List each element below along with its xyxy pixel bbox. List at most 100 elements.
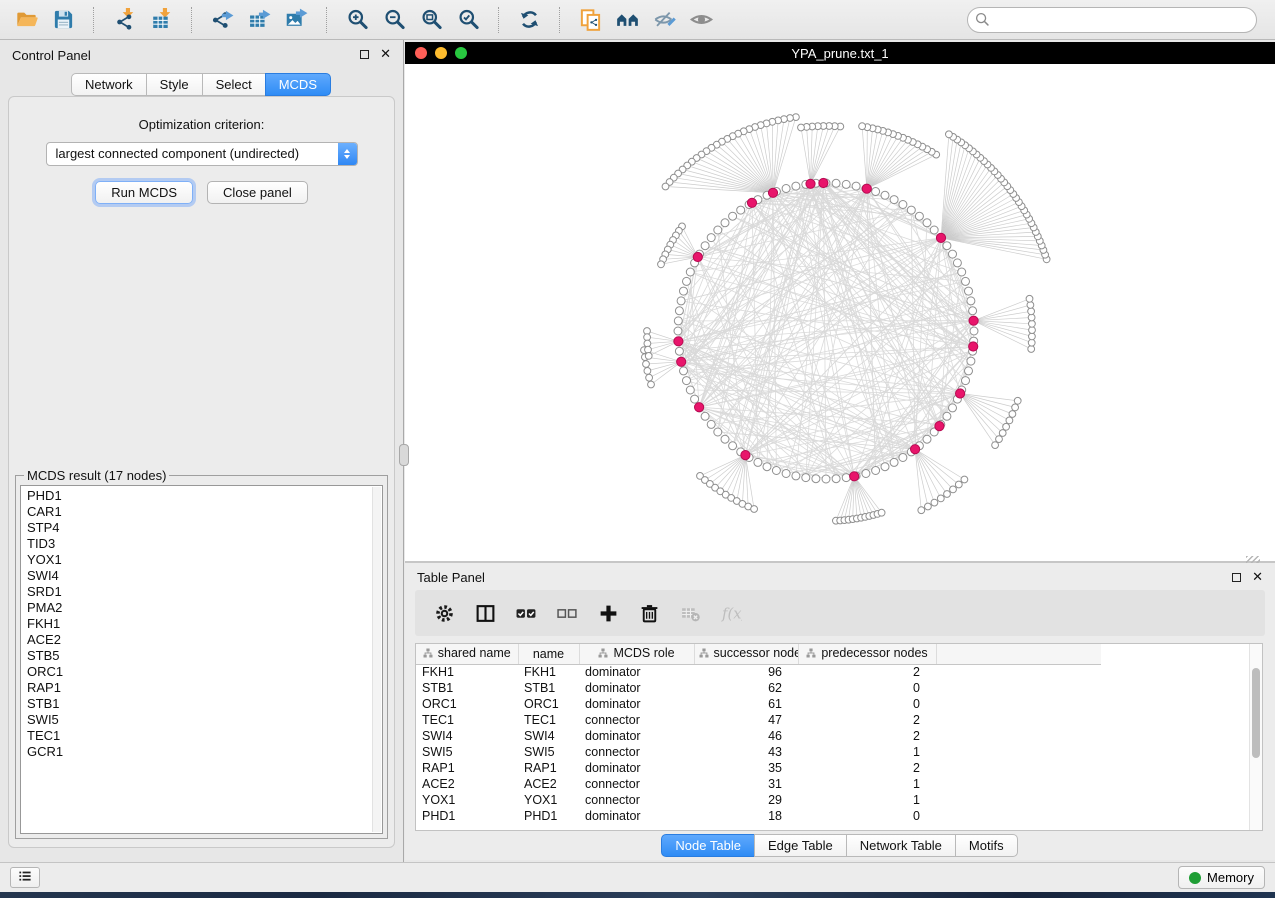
cell-name[interactable]: ACE2 — [518, 776, 579, 792]
column-header-name[interactable]: name — [518, 644, 579, 664]
cell-mcds-role[interactable]: connector — [579, 744, 694, 760]
cell-mcds-role[interactable]: dominator — [579, 760, 694, 776]
zoom-in-button[interactable] — [341, 4, 373, 36]
cell-shared-name[interactable]: ORC1 — [416, 696, 518, 712]
table-row[interactable]: SWI5SWI5connector431 — [416, 744, 1101, 760]
first-neighbors-button[interactable] — [611, 4, 643, 36]
table-scrollbar[interactable] — [1249, 644, 1262, 830]
criterion-dropdown[interactable]: largest connected component (undirected) — [46, 142, 358, 166]
cell-predecessor-nodes[interactable]: 0 — [798, 696, 936, 712]
network-canvas[interactable] — [405, 64, 1275, 561]
cell-name[interactable]: YOX1 — [518, 792, 579, 808]
tab-mcds[interactable]: MCDS — [265, 73, 331, 96]
vertical-splitter-handle[interactable] — [399, 444, 409, 466]
cell-shared-name[interactable]: PHD1 — [416, 808, 518, 824]
table-row[interactable]: RAP1RAP1dominator352 — [416, 760, 1101, 776]
export-table-button[interactable] — [243, 4, 275, 36]
cell-shared-name[interactable]: YOX1 — [416, 792, 518, 808]
export-network-button[interactable] — [206, 4, 238, 36]
cell-mcds-role[interactable]: dominator — [579, 680, 694, 696]
cell-name[interactable]: PHD1 — [518, 808, 579, 824]
column-header-mcds-role[interactable]: MCDS role — [579, 644, 694, 664]
tab-network[interactable]: Network — [71, 73, 147, 96]
select-all-columns-button[interactable] — [513, 600, 539, 626]
tab-style[interactable]: Style — [146, 73, 203, 96]
mcds-result-item[interactable]: RAP1 — [21, 680, 382, 696]
table-row[interactable]: YOX1YOX1connector291 — [416, 792, 1101, 808]
column-header-predecessor-nodes[interactable]: predecessor nodes — [798, 644, 936, 664]
mcds-result-item[interactable]: SRD1 — [21, 584, 382, 600]
cell-shared-name[interactable]: RAP1 — [416, 760, 518, 776]
cell-mcds-role[interactable]: connector — [579, 712, 694, 728]
open-session-button[interactable] — [10, 4, 42, 36]
traffic-light-close[interactable] — [415, 47, 427, 59]
cell-successor-nodes[interactable]: 43 — [694, 744, 798, 760]
cell-mcds-role[interactable]: connector — [579, 792, 694, 808]
cell-name[interactable]: TEC1 — [518, 712, 579, 728]
cell-mcds-role[interactable]: dominator — [579, 696, 694, 712]
mcds-result-item[interactable]: CAR1 — [21, 504, 382, 520]
close-panel-icon[interactable]: ✕ — [1252, 572, 1263, 582]
tab-network-table[interactable]: Network Table — [846, 834, 956, 857]
search-input[interactable] — [967, 7, 1257, 33]
tab-motifs[interactable]: Motifs — [955, 834, 1018, 857]
memory-button[interactable]: Memory — [1178, 866, 1265, 889]
table-scrollbar-thumb[interactable] — [1252, 668, 1260, 758]
hide-selected-button[interactable] — [648, 4, 680, 36]
column-header-successor-nodes[interactable]: successor nodes∨ — [694, 644, 798, 664]
save-session-button[interactable] — [47, 4, 79, 36]
cell-successor-nodes[interactable]: 29 — [694, 792, 798, 808]
import-network-button[interactable] — [108, 4, 140, 36]
cell-predecessor-nodes[interactable]: 1 — [798, 744, 936, 760]
cell-mcds-role[interactable]: connector — [579, 776, 694, 792]
mcds-result-item[interactable]: STB1 — [21, 696, 382, 712]
cell-successor-nodes[interactable]: 35 — [694, 760, 798, 776]
cell-mcds-role[interactable]: dominator — [579, 664, 694, 680]
cell-shared-name[interactable]: TEC1 — [416, 712, 518, 728]
show-all-button[interactable] — [685, 4, 717, 36]
mcds-result-item[interactable]: PMA2 — [21, 600, 382, 616]
mcds-result-item[interactable]: SWI5 — [21, 712, 382, 728]
cell-predecessor-nodes[interactable]: 2 — [798, 712, 936, 728]
mcds-result-item[interactable]: FKH1 — [21, 616, 382, 632]
table-row[interactable]: STB1STB1dominator620 — [416, 680, 1101, 696]
tab-edge-table[interactable]: Edge Table — [754, 834, 847, 857]
float-panel-icon[interactable] — [1232, 573, 1241, 582]
cell-shared-name[interactable]: FKH1 — [416, 664, 518, 680]
cell-predecessor-nodes[interactable]: 2 — [798, 760, 936, 776]
table-row[interactable]: ACE2ACE2connector311 — [416, 776, 1101, 792]
cell-mcds-role[interactable]: dominator — [579, 808, 694, 824]
apply-preferred-layout-button[interactable] — [513, 4, 545, 36]
cell-shared-name[interactable]: STB1 — [416, 680, 518, 696]
cell-successor-nodes[interactable]: 61 — [694, 696, 798, 712]
show-column-button[interactable] — [472, 600, 498, 626]
table-options-button[interactable] — [431, 600, 457, 626]
cell-predecessor-nodes[interactable]: 0 — [798, 808, 936, 824]
table-row[interactable]: FKH1FKH1dominator962 — [416, 664, 1101, 680]
mcds-result-item[interactable]: SWI4 — [21, 568, 382, 584]
float-panel-icon[interactable] — [360, 50, 369, 59]
new-network-from-selection-button[interactable] — [574, 4, 606, 36]
cell-successor-nodes[interactable]: 96 — [694, 664, 798, 680]
cell-predecessor-nodes[interactable]: 1 — [798, 776, 936, 792]
cell-shared-name[interactable]: SWI5 — [416, 744, 518, 760]
cell-successor-nodes[interactable]: 31 — [694, 776, 798, 792]
mcds-result-item[interactable]: ORC1 — [21, 664, 382, 680]
cell-mcds-role[interactable]: dominator — [579, 728, 694, 744]
cell-predecessor-nodes[interactable]: 2 — [798, 664, 936, 680]
mcds-result-item[interactable]: TEC1 — [21, 728, 382, 744]
cell-successor-nodes[interactable]: 47 — [694, 712, 798, 728]
create-column-button[interactable] — [595, 600, 621, 626]
traffic-light-minimize[interactable] — [435, 47, 447, 59]
cell-predecessor-nodes[interactable]: 2 — [798, 728, 936, 744]
table-row[interactable]: PHD1PHD1dominator180 — [416, 808, 1101, 824]
zoom-out-button[interactable] — [378, 4, 410, 36]
cell-name[interactable]: SWI5 — [518, 744, 579, 760]
mcds-result-item[interactable]: STP4 — [21, 520, 382, 536]
mcds-result-item[interactable]: YOX1 — [21, 552, 382, 568]
tab-select[interactable]: Select — [202, 73, 266, 96]
cell-shared-name[interactable]: SWI4 — [416, 728, 518, 744]
cell-predecessor-nodes[interactable]: 0 — [798, 680, 936, 696]
cell-predecessor-nodes[interactable]: 1 — [798, 792, 936, 808]
cell-successor-nodes[interactable]: 18 — [694, 808, 798, 824]
